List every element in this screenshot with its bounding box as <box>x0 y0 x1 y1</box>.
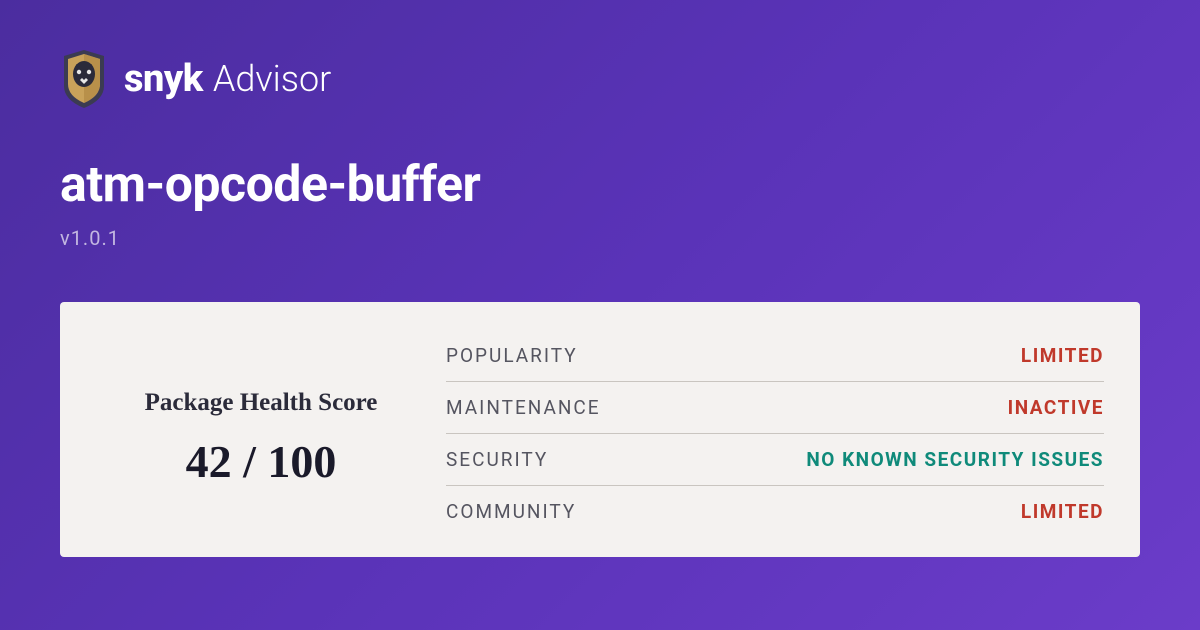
metric-label: COMMUNITY <box>446 500 576 523</box>
metric-value: LIMITED <box>1021 344 1104 367</box>
metric-row-popularity: POPULARITY LIMITED <box>446 330 1104 382</box>
metric-label: SECURITY <box>446 448 548 471</box>
snyk-logo-icon <box>60 50 108 108</box>
brand-name: snyk <box>124 57 203 101</box>
health-card: Package Health Score 42 / 100 POPULARITY… <box>60 302 1140 557</box>
brand: snyk Advisor <box>124 57 331 101</box>
header: snyk Advisor <box>60 50 1140 108</box>
package-name: atm-opcode-buffer <box>60 156 1140 214</box>
metric-row-maintenance: MAINTENANCE INACTIVE <box>446 382 1104 434</box>
metric-value: LIMITED <box>1021 500 1104 523</box>
metric-label: POPULARITY <box>446 344 578 367</box>
metric-value: NO KNOWN SECURITY ISSUES <box>806 448 1104 471</box>
score-panel: Package Health Score 42 / 100 <box>96 330 426 537</box>
metric-label: MAINTENANCE <box>446 396 601 419</box>
metrics-list: POPULARITY LIMITED MAINTENANCE INACTIVE … <box>446 330 1104 537</box>
score-value: 42 / 100 <box>186 435 337 488</box>
package-version: v1.0.1 <box>60 226 1140 250</box>
metric-row-security: SECURITY NO KNOWN SECURITY ISSUES <box>446 434 1104 486</box>
brand-sub: Advisor <box>213 58 331 100</box>
metric-value: INACTIVE <box>1008 396 1104 419</box>
metric-row-community: COMMUNITY LIMITED <box>446 486 1104 537</box>
score-title: Package Health Score <box>145 389 378 417</box>
